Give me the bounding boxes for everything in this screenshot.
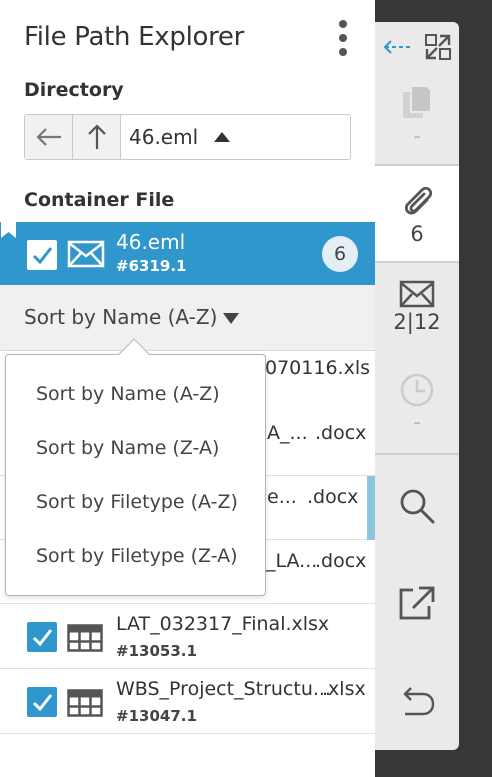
child-count-badge: 6 [322,236,358,272]
selection-indicator [367,476,375,540]
rail-search-button[interactable] [375,486,459,526]
container-file-row[interactable]: 46.eml #6319.1 6 [0,222,375,285]
clock-icon [400,373,434,407]
sort-dropdown[interactable]: Sort by Name (A-Z) [24,305,217,329]
file-name-partial: e... [267,486,297,508]
copy-count: - [413,124,421,148]
caret-down-icon [223,313,239,324]
sort-option-name-asc[interactable]: Sort by Name (A-Z) [36,383,220,405]
rail-divider [375,164,459,166]
rail-undo-button[interactable] [375,686,459,718]
rail-history-tab[interactable]: - [375,372,459,434]
rail-header [375,30,459,64]
container-checkbox[interactable] [27,240,57,270]
sort-option-filetype-asc[interactable]: Sort by Filetype (A-Z) [36,491,238,513]
rail-divider [375,261,459,263]
checkbox-checked-icon [32,629,53,647]
checkbox-checked-icon [32,694,53,712]
message-count: 2|12 [393,310,441,334]
file-row[interactable]: WBS_Project_Structu... .xlsx #13047.1 [0,670,375,734]
container-file-label: Container File [24,189,175,211]
directory-selector: 46.eml [24,114,351,160]
file-name-partial: _LA... [266,550,318,572]
rail-divider [375,453,459,455]
sort-menu: Sort by Name (A-Z) Sort by Name (Z-A) So… [5,338,266,596]
search-icon [400,489,435,524]
rail-attachments-tab[interactable]: 6 [375,180,459,246]
rail-copy-tab[interactable]: - [375,84,459,148]
paperclip-icon [404,186,433,215]
file-extension: .xlsx [322,678,366,700]
panel-title: File Path Explorer [24,22,245,52]
envelope-icon [67,240,105,268]
back-button[interactable] [25,115,73,159]
up-button[interactable] [73,115,121,159]
directory-value: 46.eml [129,125,199,149]
container-file-id: #6319.1 [116,257,187,275]
bookmark-icon [1,222,16,238]
file-path-explorer-panel: File Path Explorer Directory 46.eml Cont… [0,0,375,777]
copy-icon [403,85,432,118]
history-count: - [413,410,421,434]
file-id: #13053.1 [116,642,197,660]
checkbox-checked-icon [32,247,53,265]
file-extension: .docx [315,550,367,572]
file-name-partial: 070116.xls [265,357,370,379]
file-name: LAT_032317_Final.xlsx [116,613,330,635]
external-link-icon [399,586,435,620]
file-extension: .docx [315,422,367,444]
collapse-arrow-icon[interactable] [382,38,412,56]
expand-icon[interactable] [424,33,452,61]
directory-dropdown[interactable]: 46.eml [121,115,231,159]
arrow-left-icon [35,128,61,146]
file-row[interactable]: LAT_032317_Final.xlsx #13053.1 [0,605,375,669]
spreadsheet-icon [67,689,103,717]
directory-label: Directory [24,79,124,101]
sort-option-filetype-desc[interactable]: Sort by Filetype (Z-A) [36,545,238,567]
rail-open-external-button[interactable] [375,584,459,622]
file-name: WBS_Project_Structu... [116,678,331,700]
sort-option-name-desc[interactable]: Sort by Name (Z-A) [36,437,219,459]
file-id: #13047.1 [116,707,197,725]
spreadsheet-icon [67,624,103,652]
file-checkbox[interactable] [27,622,57,652]
envelope-icon [399,280,435,308]
container-file-name: 46.eml [116,230,186,254]
rail-messages-tab[interactable]: 2|12 [375,280,459,334]
file-name-partial: A_... [267,422,308,444]
file-checkbox[interactable] [27,687,57,717]
sort-bar: Sort by Name (A-Z) [0,285,375,351]
file-extension: .docx [307,486,359,508]
arrow-up-icon [87,124,106,149]
caret-up-icon [214,132,231,142]
undo-icon [403,687,435,716]
kebab-menu-icon[interactable] [332,20,354,56]
attachment-count: 6 [410,222,424,246]
